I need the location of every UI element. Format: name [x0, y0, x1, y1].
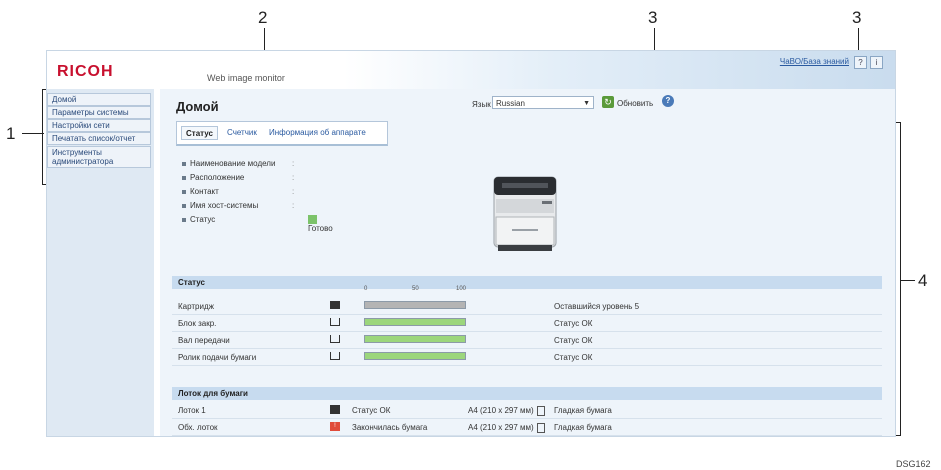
consumable-name: Картридж [178, 302, 214, 311]
refresh-icon[interactable]: ↻ [602, 96, 614, 108]
language-label: Язык [472, 100, 491, 109]
bullet-icon [182, 217, 186, 222]
info-icon[interactable]: i [870, 56, 883, 69]
tray-paper-size: A4 (210 x 297 мм) [468, 406, 545, 416]
main-content: Домой Язык Russian ▼ ↻ Обновить ? Статус… [160, 89, 895, 436]
tray-paper-type: Гладкая бумага [554, 423, 612, 432]
chevron-down-icon: ▼ [583, 100, 590, 107]
info-row-contact: Контакт : [182, 187, 294, 196]
scale-0: 0 [364, 286, 368, 292]
tray-section-header: Лоток для бумаги [172, 387, 882, 400]
level-bar [364, 318, 466, 326]
tray-status: Статус ОК [352, 406, 391, 415]
tray-status: Закончилась бумага [352, 423, 428, 432]
bullet-icon [182, 203, 186, 208]
page-icon [536, 406, 545, 416]
faq-link[interactable]: ЧаВО/База знаний [780, 57, 849, 66]
info-row-model: Наименование модели : [182, 159, 294, 168]
scale-50: 50 [412, 286, 419, 292]
transfer-roller-icon [330, 335, 340, 343]
tray-name: Обх. лоток [178, 423, 218, 432]
level-bar-fill [365, 353, 465, 359]
help-icon[interactable]: ? [854, 56, 867, 69]
level-bar [364, 335, 466, 343]
question-icon[interactable]: ? [662, 95, 674, 107]
consumable-name: Вал передачи [178, 336, 230, 345]
tab-device-info[interactable]: Информация об аппарате [265, 126, 370, 140]
cartridge-icon [330, 301, 340, 309]
consumable-row: Вал передачи Статус ОК [172, 332, 882, 349]
tray-row: Лоток 1 Статус ОК A4 (210 x 297 мм) Глад… [172, 402, 882, 419]
callout-3b: 3 [852, 8, 862, 27]
tab-bar: Статус Счетчик Информация об аппарате [176, 121, 388, 146]
tray-name: Лоток 1 [178, 406, 206, 415]
consumable-name: Ролик подачи бумаги [178, 353, 257, 362]
tray-row: Обх. лоток ! Закончилась бумага A4 (210 … [172, 419, 882, 436]
ricoh-logo: RICOH [57, 63, 114, 80]
language-select[interactable]: Russian ▼ [492, 96, 594, 109]
sidebar-item-network-settings[interactable]: Настройки сети [47, 119, 151, 132]
callout-4: 4 [918, 271, 928, 290]
status-ready: Готово [308, 215, 333, 233]
level-bar-fill [365, 319, 465, 325]
consumable-status: Оставшийся уровень 5 [554, 302, 640, 311]
page-icon [536, 423, 545, 433]
tray-empty-icon: ! [330, 422, 340, 431]
sidebar-item-system-settings[interactable]: Параметры системы [47, 106, 151, 119]
info-value-location: : [292, 173, 295, 182]
scale-100: 100 [456, 286, 467, 292]
consumable-status: Статус ОК [554, 353, 593, 362]
callout-2: 2 [258, 8, 268, 27]
info-value-model: : [292, 159, 295, 168]
consumable-status: Статус ОК [554, 319, 593, 328]
consumable-row: Блок закр. Статус ОК [172, 315, 882, 332]
info-row-location: Расположение : [182, 173, 294, 182]
page-title: Домой [176, 99, 219, 114]
consumable-name: Блок закр. [178, 319, 217, 328]
tray-paper-type: Гладкая бумага [554, 406, 612, 415]
level-bar [364, 352, 466, 360]
level-bar [364, 301, 466, 309]
level-scale: 0 50 100 [364, 286, 474, 294]
consumable-status: Статус ОК [554, 336, 593, 345]
feed-roller-icon [330, 352, 340, 360]
figure-code: DSG162 [896, 459, 931, 469]
info-row-status: Статус Готово [182, 215, 333, 233]
fuser-icon [330, 318, 340, 326]
consumable-row: Ролик подачи бумаги Статус ОК [172, 349, 882, 366]
info-value-hostname: : [292, 201, 295, 210]
tray-paper-size: A4 (210 x 297 мм) [468, 423, 545, 433]
callout-3a: 3 [648, 8, 658, 27]
sidebar: Домой Параметры системы Настройки сети П… [47, 89, 154, 436]
bullet-icon [182, 161, 186, 166]
sidebar-item-admin-tools[interactable]: Инструменты администратора [47, 146, 151, 168]
web-image-monitor-window: RICOH Web image monitor ЧаВО/База знаний… [46, 50, 896, 437]
refresh-button[interactable]: Обновить [617, 99, 653, 108]
status-section-header: Статус [172, 276, 882, 289]
callout-4-line [900, 280, 915, 281]
consumable-row: Картридж Оставшийся уровень 5 [172, 298, 882, 315]
callout-1: 1 [6, 124, 16, 143]
callout-4-bracket [900, 122, 901, 436]
bullet-icon [182, 175, 186, 180]
sidebar-item-print-list[interactable]: Печатать список/отчет [47, 132, 151, 145]
info-value-contact: : [292, 187, 295, 196]
level-bar-fill [365, 302, 465, 308]
product-name: Web image monitor [207, 73, 285, 83]
info-row-hostname: Имя хост-системы : [182, 201, 294, 210]
callout-1-line [22, 133, 44, 134]
ok-icon [308, 215, 317, 225]
tab-status[interactable]: Статус [181, 126, 218, 140]
sidebar-item-home[interactable]: Домой [47, 93, 151, 106]
level-bar-fill [365, 336, 465, 342]
tab-counter[interactable]: Счетчик [223, 126, 261, 140]
header: RICOH Web image monitor ЧаВО/База знаний… [47, 51, 895, 89]
bullet-icon [182, 189, 186, 194]
printer-image [493, 176, 557, 251]
language-value: Russian [496, 99, 525, 108]
tray-icon [330, 405, 340, 414]
callout-1-bracket [42, 89, 43, 185]
